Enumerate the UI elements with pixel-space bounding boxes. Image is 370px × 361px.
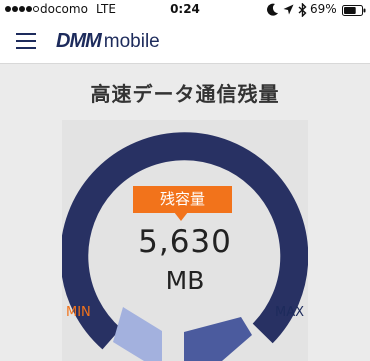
battery-icon — [342, 5, 366, 16]
page-title: 高速データ通信残量 — [90, 82, 280, 106]
logo-brand: DMM — [56, 30, 102, 52]
nav-bar: DMM mobile — [0, 20, 370, 64]
battery-percentage: 69% — [310, 2, 337, 16]
remaining-unit: MB — [165, 266, 205, 295]
gauge-min-label: MIN — [66, 305, 91, 320]
moon-icon — [267, 3, 278, 16]
hamburger-menu-icon[interactable] — [16, 33, 36, 49]
location-arrow-icon — [283, 4, 294, 15]
dmm-mobile-logo[interactable]: DMM mobile — [56, 30, 160, 54]
gauge-max-label: MAX — [275, 305, 305, 320]
badge-pointer — [174, 212, 188, 221]
status-bar: docomo LTE 0:24 69% — [0, 0, 370, 20]
bluetooth-icon — [298, 3, 307, 17]
logo-product: mobile — [103, 31, 160, 52]
remaining-badge: 残容量 — [133, 186, 232, 213]
remaining-value: 5,630 — [138, 224, 232, 260]
